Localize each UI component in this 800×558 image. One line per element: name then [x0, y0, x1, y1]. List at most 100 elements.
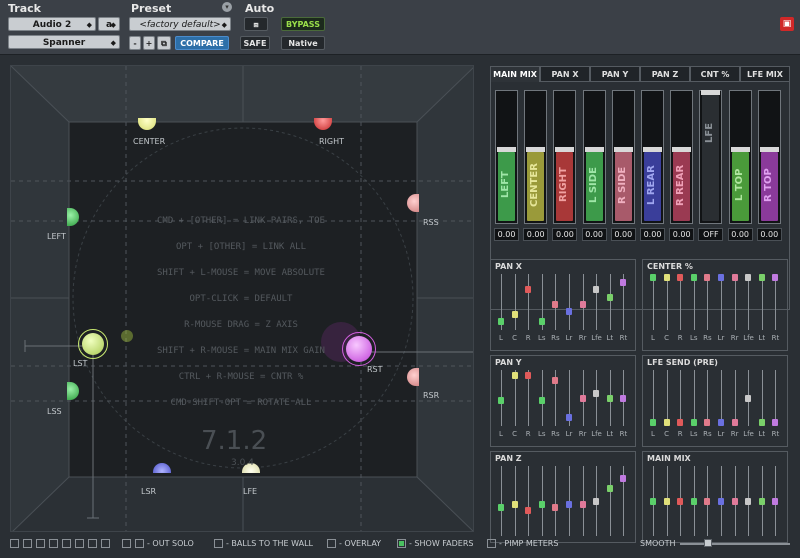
safe-button[interactable]: SAFE [240, 36, 270, 50]
overlay-checkbox[interactable] [327, 539, 336, 548]
mini-fader-track[interactable] [666, 274, 668, 330]
mini-fader-handle[interactable] [677, 274, 684, 281]
mini-fader-handle[interactable] [745, 497, 752, 505]
mini-fader-handle[interactable] [511, 310, 518, 318]
mini-fader-handle[interactable] [731, 497, 738, 505]
mini-fader-handle[interactable] [718, 274, 724, 281]
mini-fader-track[interactable] [653, 370, 654, 426]
mini-fader-track[interactable] [666, 370, 668, 426]
smooth-slider-track[interactable] [680, 543, 790, 545]
pimp-meters-checkbox[interactable] [487, 539, 496, 548]
fader-value[interactable]: 0.00 [494, 228, 519, 241]
fader-cap[interactable] [730, 146, 750, 152]
mini-fader-handle[interactable] [606, 484, 613, 492]
fader-value[interactable]: OFF [698, 228, 724, 241]
mini-fader-track[interactable] [721, 370, 722, 426]
mini-fader-handle[interactable] [552, 503, 559, 511]
out-solo-checkbox[interactable] [36, 539, 45, 548]
mini-fader-handle[interactable] [579, 500, 586, 508]
fader-l-side[interactable]: L SIDE [582, 90, 606, 224]
mini-fader-handle[interactable] [650, 497, 656, 505]
mini-fader-track[interactable] [761, 274, 763, 330]
fader-value[interactable]: 0.00 [756, 228, 782, 241]
balls-to-wall-checkbox[interactable] [214, 539, 223, 548]
mini-fader-handle[interactable] [538, 500, 545, 508]
copy-icon[interactable]: ⧉ [157, 36, 171, 50]
preset-selector[interactable]: <factory default> ◆ [129, 17, 231, 31]
mini-fader-handle[interactable] [731, 419, 738, 426]
mini-fader-handle[interactable] [552, 300, 559, 308]
out-solo-checkbox[interactable] [101, 539, 110, 548]
fader-value[interactable]: 0.00 [523, 228, 549, 241]
tab-main-mix[interactable]: MAIN MIX [490, 66, 540, 82]
fader-right[interactable]: RIGHT [553, 90, 577, 224]
mini-fader-track[interactable] [734, 274, 736, 330]
mini-fader-track[interactable] [569, 274, 570, 330]
mini-fader-handle[interactable] [552, 377, 559, 385]
mini-fader-track[interactable] [528, 274, 530, 330]
fader-r-rear[interactable]: R REAR [670, 90, 694, 224]
preset-next-button[interactable]: + [143, 36, 155, 50]
mini-fader-handle[interactable] [538, 396, 545, 404]
out-solo-checkbox[interactable] [75, 539, 84, 548]
mini-fader-track[interactable] [528, 466, 530, 536]
mini-fader-handle[interactable] [758, 274, 765, 281]
out-solo-checkbox[interactable] [62, 539, 71, 548]
mini-fader-track[interactable] [775, 370, 777, 426]
tab-lfe-mix[interactable]: LFE MIX [740, 66, 790, 82]
mini-fader-track[interactable] [721, 274, 722, 330]
fader-value[interactable]: 0.00 [581, 228, 607, 241]
mini-fader-handle[interactable] [731, 274, 738, 281]
mini-fader-handle[interactable] [566, 308, 572, 316]
tab-pan-x[interactable]: PAN X [540, 66, 590, 82]
mini-fader-handle[interactable] [772, 274, 779, 281]
mini-fader-handle[interactable] [525, 286, 532, 294]
mini-fader-handle[interactable] [677, 497, 684, 505]
mini-fader-handle[interactable] [620, 475, 627, 483]
automation-icon[interactable]: ⧈ [244, 17, 268, 31]
fader-cap[interactable] [555, 146, 575, 152]
mini-fader-handle[interactable] [538, 318, 545, 326]
preset-menu-icon[interactable]: ▾ [222, 2, 232, 12]
mini-fader-track[interactable] [596, 370, 598, 426]
mini-fader-track[interactable] [693, 370, 695, 426]
mini-fader-handle[interactable] [758, 419, 765, 426]
mini-fader-handle[interactable] [718, 419, 724, 426]
smooth-slider-handle[interactable] [704, 539, 712, 547]
out-solo-checkbox[interactable] [122, 539, 131, 548]
mini-fader-handle[interactable] [772, 497, 779, 505]
fader-cap[interactable] [584, 146, 604, 152]
mini-fader-track[interactable] [680, 370, 682, 426]
mini-fader-handle[interactable] [772, 419, 779, 426]
mini-fader-track[interactable] [501, 466, 502, 536]
mini-fader-handle[interactable] [690, 419, 697, 426]
mini-fader-handle[interactable] [663, 274, 670, 281]
mini-fader-handle[interactable] [593, 286, 600, 294]
mini-fader-handle[interactable] [498, 396, 504, 404]
fader-cap[interactable] [526, 146, 546, 152]
fader-r-top[interactable]: R TOP [757, 90, 781, 224]
out-solo-checkbox[interactable] [23, 539, 32, 548]
mini-fader-handle[interactable] [704, 274, 711, 281]
compare-button[interactable]: COMPARE [175, 36, 229, 50]
mini-fader-handle[interactable] [579, 394, 586, 402]
mini-fader-handle[interactable] [745, 274, 752, 281]
mini-fader-handle[interactable] [511, 500, 518, 508]
fader-cap[interactable] [643, 146, 662, 152]
fader-l-top[interactable]: L TOP [728, 90, 752, 224]
mini-fader-handle[interactable] [650, 274, 656, 281]
mini-fader-track[interactable] [609, 274, 611, 330]
mini-fader-track[interactable] [761, 370, 763, 426]
mini-fader-handle[interactable] [677, 419, 684, 426]
mini-fader-track[interactable] [680, 274, 682, 330]
mini-fader-track[interactable] [596, 274, 598, 330]
tab-pan-z[interactable]: PAN Z [640, 66, 690, 82]
close-icon[interactable]: ▣ [780, 17, 794, 31]
mini-fader-track[interactable] [514, 274, 516, 330]
mini-fader-handle[interactable] [663, 419, 670, 426]
mini-fader-handle[interactable] [663, 497, 670, 505]
track-selector[interactable]: Audio 2 ◆ [8, 17, 96, 31]
fader-cap[interactable] [672, 146, 692, 152]
mini-fader-handle[interactable] [758, 497, 765, 505]
mini-fader-track[interactable] [734, 370, 736, 426]
